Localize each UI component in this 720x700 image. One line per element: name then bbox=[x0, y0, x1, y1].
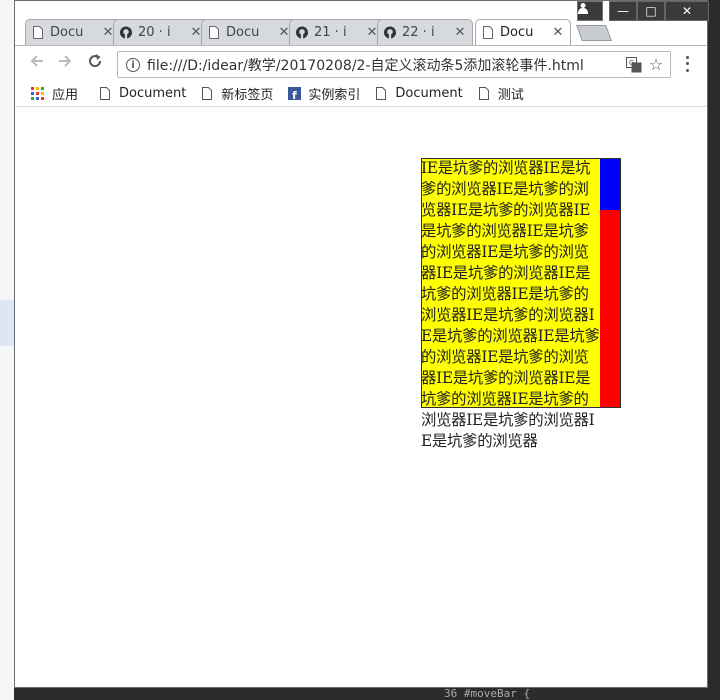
github-icon bbox=[120, 26, 132, 40]
bookmark-label: Document bbox=[119, 86, 187, 101]
tab-5[interactable]: 22 · i ✕ bbox=[377, 19, 473, 45]
person-icon bbox=[578, 3, 588, 14]
bookmark-test[interactable]: 测试 bbox=[477, 84, 524, 103]
tab-label: 22 · i bbox=[402, 25, 435, 40]
page-icon bbox=[32, 26, 44, 40]
tab-6-active[interactable]: Docu ✕ bbox=[475, 19, 571, 45]
tab-close-icon[interactable]: ✕ bbox=[454, 25, 466, 40]
scrollbar-thumb[interactable] bbox=[600, 159, 620, 210]
tab-label: 21 · i bbox=[314, 25, 347, 40]
back-arrow-icon bbox=[30, 55, 43, 67]
page-icon bbox=[208, 26, 220, 40]
bookmark-label: 应用 bbox=[52, 88, 79, 103]
bookmarks-bar: 应用 Document 新标签页 f 实例索引 Document 测试 bbox=[15, 81, 707, 107]
scroll-content-text: IE是坑爹的浏览器IE是坑爹的浏览器IE是坑爹的浏览器IE是坑爹的浏览器IE是坑… bbox=[421, 159, 600, 450]
bookmark-document-1[interactable]: Document bbox=[98, 86, 186, 101]
browser-window: — □ ✕ Docu ✕ 20 · i ✕ Docu ✕ 21 · i ✕ 22… bbox=[14, 0, 709, 688]
forward-arrow-icon bbox=[59, 55, 72, 67]
tab-1[interactable]: Docu ✕ bbox=[25, 19, 121, 45]
tab-2[interactable]: 20 · i ✕ bbox=[113, 19, 209, 45]
desktop-left-strip bbox=[0, 0, 14, 700]
bookmark-label: 实例索引 bbox=[308, 88, 361, 103]
address-bar[interactable]: i file:///D:/idear/教学/20170208/2-自定义滚动条5… bbox=[117, 51, 671, 78]
svg-text:G: G bbox=[629, 59, 634, 67]
reload-icon bbox=[89, 54, 102, 68]
bookmark-new-tab[interactable]: 新标签页 bbox=[200, 84, 273, 103]
bookmark-document-2[interactable]: Document bbox=[374, 86, 463, 101]
page-icon bbox=[374, 87, 388, 101]
page-content: IE是坑爹的浏览器IE是坑爹的浏览器IE是坑爹的浏览器IE是坑爹的浏览器IE是坑… bbox=[15, 108, 707, 687]
tab-strip: Docu ✕ 20 · i ✕ Docu ✕ 21 · i ✕ 22 · i ✕… bbox=[25, 19, 705, 45]
github-icon bbox=[384, 26, 396, 40]
window-controls: — □ ✕ bbox=[609, 1, 709, 21]
bookmark-examples-index[interactable]: f 实例索引 bbox=[287, 84, 360, 103]
editor-code-line: 36 #moveBar { bbox=[444, 687, 531, 700]
bookmark-apps[interactable]: 应用 bbox=[31, 84, 78, 103]
browser-toolbar: i file:///D:/idear/教学/20170208/2-自定义滚动条5… bbox=[15, 45, 707, 82]
page-icon bbox=[482, 26, 494, 40]
translate-icon[interactable]: G bbox=[626, 56, 642, 73]
bookmark-label: 测试 bbox=[497, 88, 524, 103]
bookmark-label: Document bbox=[395, 86, 463, 101]
title-bar: — □ ✕ Docu ✕ 20 · i ✕ Docu ✕ 21 · i ✕ 22… bbox=[15, 1, 709, 45]
tab-3[interactable]: Docu ✕ bbox=[201, 19, 297, 45]
info-icon[interactable]: i bbox=[126, 57, 140, 72]
facebook-icon: f bbox=[287, 87, 301, 101]
address-url[interactable]: file:///D:/idear/教学/20170208/2-自定义滚动条5添加… bbox=[147, 55, 626, 75]
close-window-button[interactable]: ✕ bbox=[665, 1, 709, 21]
star-icon[interactable]: ☆ bbox=[648, 55, 664, 74]
desktop-highlight bbox=[0, 300, 14, 346]
profile-button[interactable] bbox=[577, 1, 603, 21]
page-icon bbox=[200, 87, 214, 101]
forward-button[interactable] bbox=[53, 52, 77, 76]
minimize-button[interactable]: — bbox=[609, 1, 637, 21]
github-icon bbox=[296, 26, 308, 40]
tab-label: Docu bbox=[226, 25, 260, 40]
reload-button[interactable] bbox=[83, 52, 107, 76]
menu-kebab-icon[interactable] bbox=[681, 54, 693, 74]
editor-code-strip: 36 #moveBar { bbox=[14, 687, 720, 700]
tab-label: Docu bbox=[500, 25, 534, 40]
tab-4[interactable]: 21 · i ✕ bbox=[289, 19, 385, 45]
back-button[interactable] bbox=[25, 52, 49, 76]
apps-grid-icon bbox=[31, 86, 45, 101]
page-icon bbox=[477, 87, 491, 101]
tab-label: Docu bbox=[50, 25, 84, 40]
new-tab-button[interactable] bbox=[576, 25, 612, 41]
maximize-button[interactable]: □ bbox=[637, 1, 665, 21]
svg-text:f: f bbox=[292, 89, 297, 100]
tab-close-icon[interactable]: ✕ bbox=[552, 25, 564, 40]
bookmark-label: 新标签页 bbox=[221, 88, 274, 103]
tab-label: 20 · i bbox=[138, 25, 171, 40]
page-icon bbox=[98, 87, 112, 101]
